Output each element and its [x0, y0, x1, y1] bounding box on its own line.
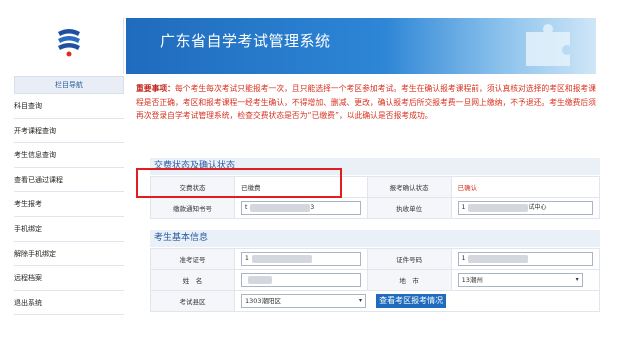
header-banner: 广东省自学考试管理系统 — [126, 18, 596, 74]
city-label: 地 市 — [366, 269, 452, 291]
system-title: 广东省自学考试管理系统 — [160, 32, 331, 50]
name-field[interactable] — [241, 273, 361, 287]
redacted-block — [251, 254, 312, 263]
city-select[interactable]: 13潮州 ▾ — [457, 273, 583, 287]
fee-status-highlight — [136, 168, 342, 198]
district-select[interactable]: 1303潮阳区 ▾ — [241, 294, 366, 308]
id-no-cell: 1 — [450, 248, 601, 270]
redacted-block — [468, 203, 529, 212]
sidebar-item-student-info[interactable]: 考生信息查询 — [14, 143, 124, 168]
sidebar-item-registration[interactable]: 考生报考 — [14, 192, 124, 217]
sidebar-item-logout[interactable]: 退出系统 — [14, 291, 124, 316]
district-value: 1303潮阳区 — [245, 297, 282, 305]
name-cell — [234, 269, 368, 291]
notice-no-label: 缴款通知书号 — [150, 197, 235, 219]
notice-heading: 重要事项： — [136, 84, 175, 93]
sidebar-item-remote-archive[interactable]: 远程档案 — [14, 266, 124, 291]
basic-section-title: 考生基本信息 — [150, 230, 600, 247]
city-value: 13潮州 — [461, 276, 483, 284]
important-notice: 重要事项：每个考生每次考试只能报考一次，且只能选择一个考区参加考试。考生在确认报… — [136, 82, 596, 123]
id-no-field[interactable]: 1 — [457, 252, 593, 266]
sidebar: 栏目导航 科目查询 开考课程查询 考生信息查询 查看已通过课程 考生报考 手机绑… — [14, 76, 124, 344]
exam-no-value: 1 — [245, 255, 249, 262]
id-no-label: 证件号码 — [366, 248, 452, 270]
notice-text: 每个考生每次考试只能报考一次，且只能选择一个考区参加考试。考生在确认报考课程前，… — [136, 84, 597, 120]
exam-logo-icon — [58, 29, 80, 57]
sidebar-item-passed-courses[interactable]: 查看已通过课程 — [14, 168, 124, 193]
district-cell: 1303潮阳区 ▾ 查看考区报考情况 — [234, 290, 600, 312]
name-label: 姓 名 — [150, 269, 235, 291]
chevron-down-icon: ▾ — [575, 276, 579, 283]
district-label: 考试县区 — [150, 290, 235, 312]
notice-no-cell: t3 — [234, 197, 368, 219]
sidebar-item-unbind-phone[interactable]: 解除手机绑定 — [14, 242, 124, 267]
sidebar-item-bind-phone[interactable]: 手机绑定 — [14, 217, 124, 242]
sidebar-item-open-courses[interactable]: 开考课程查询 — [14, 119, 124, 144]
puzzle-icon — [526, 24, 570, 66]
receiver-label: 执收单位 — [366, 197, 452, 219]
city-cell: 13潮州 ▾ — [450, 269, 601, 291]
confirm-status-label: 报考确认状态 — [366, 176, 452, 198]
redacted-block — [250, 203, 311, 212]
receiver-suffix: 试中心 — [528, 204, 547, 211]
check-district-button[interactable]: 查看考区报考情况 — [376, 294, 447, 308]
chevron-down-icon: ▾ — [358, 297, 362, 304]
logo-area — [14, 18, 124, 74]
exam-no-label: 准考证号 — [150, 248, 235, 270]
confirm-status-value: 已确认 — [450, 176, 601, 198]
sidebar-item-course-query[interactable]: 科目查询 — [14, 94, 124, 119]
main-content: 重要事项：每个考生每次考试只能报考一次，且只能选择一个考区参加考试。考生在确认报… — [130, 76, 601, 346]
receiver-value: 1 — [461, 204, 466, 211]
id-no-value: 1 — [461, 255, 466, 262]
redacted-block — [468, 254, 529, 263]
receiver-field[interactable]: 1 试中心 — [457, 201, 593, 215]
notice-no-value: t — [245, 204, 248, 211]
receiver-cell: 1 试中心 — [450, 197, 601, 219]
exam-no-cell: 1 — [234, 248, 368, 270]
exam-no-field[interactable]: 1 — [241, 252, 361, 266]
top-bar: 广东省自学考试管理系统 — [0, 0, 618, 75]
sidebar-heading: 栏目导航 — [14, 76, 124, 94]
notice-no-field[interactable]: t3 — [241, 201, 361, 215]
basic-info-table: 准考证号 1 证件号码 1 姓 名 地 市 13潮州 ▾ 考试县区 1303潮阳区… — [150, 248, 601, 312]
redacted-block — [248, 275, 272, 284]
notice-no-suffix: 3 — [310, 204, 315, 211]
